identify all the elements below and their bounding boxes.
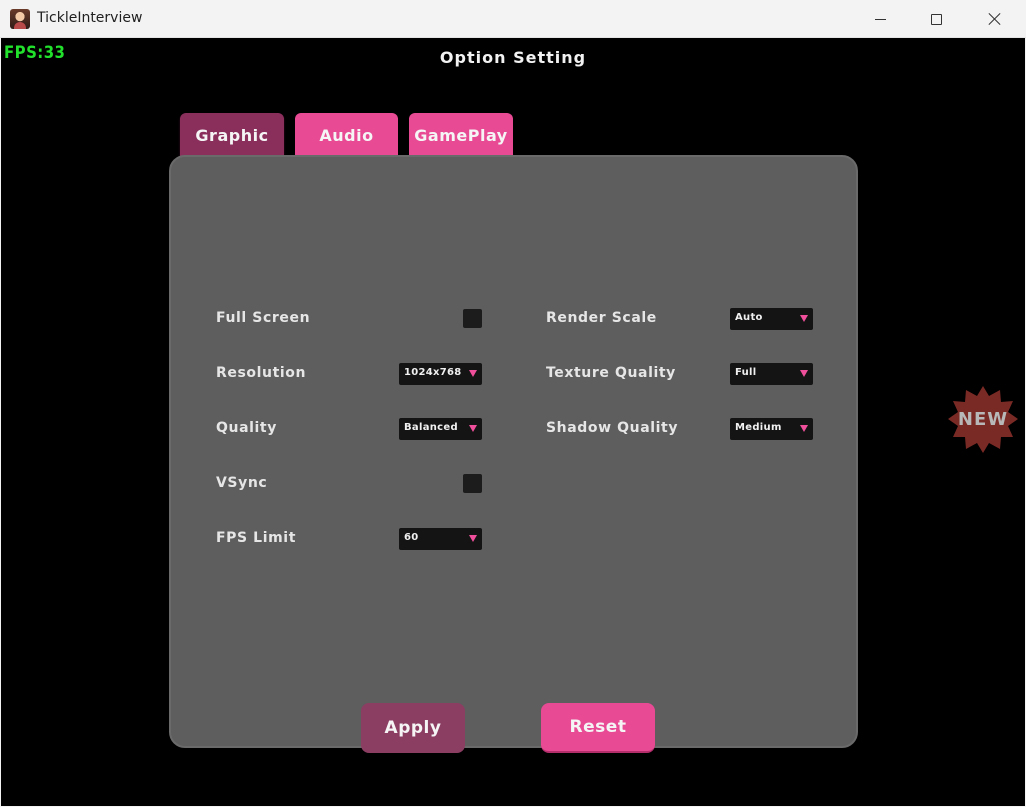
texture-quality-value: Full (735, 367, 757, 378)
render-scale-label: Render Scale (546, 310, 657, 326)
vsync-checkbox[interactable] (463, 474, 482, 493)
dropdown-arrow-icon (469, 370, 477, 377)
shadow-quality-label: Shadow Quality (546, 420, 679, 436)
texture-quality-dropdown[interactable]: Full (730, 363, 813, 385)
dropdown-arrow-icon (469, 535, 477, 542)
vsync-label: VSync (216, 475, 268, 491)
render-scale-value: Auto (735, 312, 763, 323)
shadow-quality-value: Medium (735, 422, 782, 433)
new-badge[interactable]: NEW (947, 385, 1019, 457)
screen-title: Option Setting (439, 48, 587, 67)
maximize-button[interactable] (907, 0, 965, 38)
render-scale-dropdown[interactable]: Auto (730, 308, 813, 330)
minimize-icon (874, 18, 886, 20)
resolution-label: Resolution (216, 365, 307, 381)
reset-button[interactable]: Reset (541, 703, 655, 753)
close-icon (988, 12, 1002, 26)
full-screen-label: Full Screen (216, 310, 311, 326)
quality-dropdown[interactable]: Balanced (399, 418, 482, 440)
texture-quality-label: Texture Quality (546, 365, 676, 381)
dropdown-arrow-icon (800, 425, 808, 432)
close-button[interactable] (966, 0, 1024, 38)
resolution-value: 1024x768 (404, 367, 462, 378)
minimize-button[interactable] (851, 0, 909, 38)
quality-label: Quality (216, 420, 277, 436)
tab-graphic[interactable]: Graphic (180, 113, 284, 161)
apply-button[interactable]: Apply (361, 703, 465, 753)
title-bar[interactable]: TickleInterview (0, 0, 1026, 38)
window-title: TickleInterview (37, 10, 143, 26)
app-portrait-icon (10, 9, 30, 29)
fps-limit-label: FPS Limit (216, 530, 296, 546)
dropdown-arrow-icon (800, 370, 808, 377)
tab-gameplay[interactable]: GamePlay (409, 113, 513, 155)
tab-audio[interactable]: Audio (295, 113, 398, 155)
maximize-icon (930, 13, 942, 25)
game-viewport: FPS:33 Option Setting Graphic Audio Game… (1, 38, 1025, 806)
full-screen-checkbox[interactable] (463, 309, 482, 328)
shadow-quality-dropdown[interactable]: Medium (730, 418, 813, 440)
resolution-dropdown[interactable]: 1024x768 (399, 363, 482, 385)
fps-limit-dropdown[interactable]: 60 (399, 528, 482, 550)
dropdown-arrow-icon (469, 425, 477, 432)
dropdown-arrow-icon (800, 315, 808, 322)
quality-value: Balanced (404, 422, 458, 433)
settings-panel: Full Screen Resolution 1024x768 Quality … (169, 155, 858, 748)
fps-limit-value: 60 (404, 532, 419, 543)
new-badge-label: NEW (957, 409, 1009, 430)
